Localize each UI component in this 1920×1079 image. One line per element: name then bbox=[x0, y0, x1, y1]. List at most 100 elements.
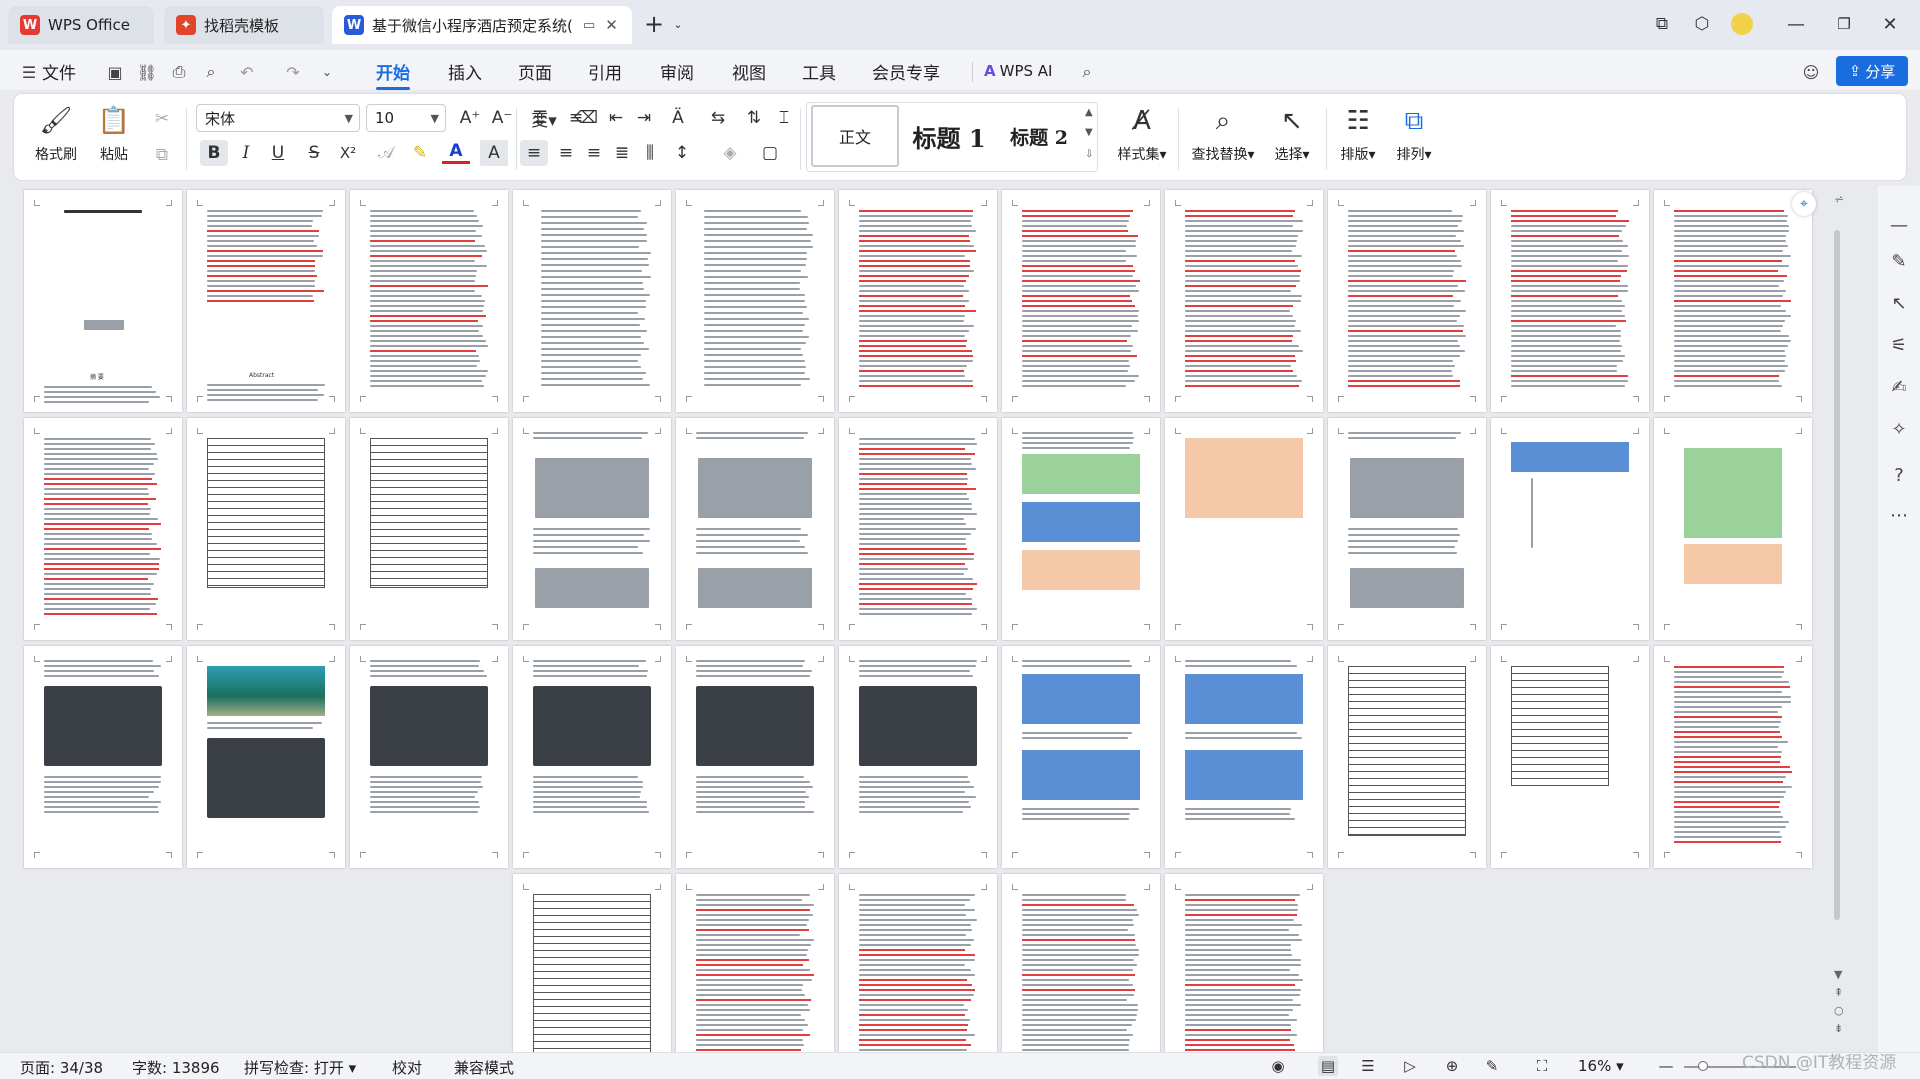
scroll-thumb[interactable] bbox=[1834, 230, 1840, 920]
bullet-list-icon[interactable]: ☰ bbox=[526, 105, 554, 131]
page-thumbnail[interactable] bbox=[350, 190, 508, 412]
save-icon[interactable]: ▣ bbox=[104, 62, 126, 82]
select-button[interactable]: ↖ 选择▾ bbox=[1264, 100, 1320, 176]
grow-font-icon[interactable]: A⁺ bbox=[456, 105, 484, 131]
page-indicator[interactable]: 页面: 34/38 bbox=[20, 1057, 103, 1078]
menu-insert[interactable]: 插入 bbox=[448, 58, 482, 84]
close-window-icon[interactable]: ✕ bbox=[1876, 10, 1904, 38]
spellcheck-toggle[interactable]: 拼写检查: 打开 ▾ bbox=[244, 1057, 356, 1078]
fit-page-icon[interactable]: ⛶ bbox=[1532, 1056, 1552, 1076]
next-page-icon[interactable]: ⇟ bbox=[1834, 1022, 1843, 1035]
page-thumbnail[interactable] bbox=[1002, 418, 1160, 640]
page-thumbnail[interactable] bbox=[513, 646, 671, 868]
hamburger-icon[interactable]: ☰ bbox=[18, 62, 40, 82]
zoom-level[interactable]: 16% ▾ bbox=[1578, 1057, 1624, 1075]
menu-member[interactable]: 会员专享 bbox=[872, 58, 940, 84]
text-direction-icon[interactable]: Ä bbox=[664, 105, 692, 131]
page-thumbnail[interactable] bbox=[676, 874, 834, 1052]
underline-button[interactable]: U bbox=[264, 140, 292, 166]
pointer-icon[interactable]: ↖ bbox=[1888, 292, 1910, 314]
sort-icon[interactable]: ⇅ bbox=[740, 105, 768, 131]
align-center-button[interactable]: ≡ bbox=[552, 140, 580, 166]
sign-icon[interactable]: ✍ bbox=[1888, 376, 1910, 398]
page-thumbnail[interactable] bbox=[839, 874, 997, 1052]
avatar[interactable] bbox=[1728, 10, 1756, 38]
numbered-list-icon[interactable]: ≡ bbox=[562, 105, 590, 131]
wps-ai-button[interactable]: A WPS AI bbox=[984, 58, 1052, 84]
menu-page[interactable]: 页面 bbox=[518, 58, 552, 84]
window-layout-icon[interactable]: ⧉ bbox=[1648, 10, 1676, 38]
scroll-options-icon[interactable]: ⩫ bbox=[1834, 192, 1844, 206]
chat-icon[interactable]: ☺ bbox=[1800, 62, 1822, 82]
increase-indent-icon[interactable]: ⇥ bbox=[630, 105, 658, 131]
word-count[interactable]: 字数: 13896 bbox=[132, 1057, 220, 1078]
minus-icon[interactable]: — bbox=[1888, 214, 1910, 236]
superscript-button[interactable]: X² bbox=[334, 140, 362, 166]
style-normal[interactable]: 正文 bbox=[811, 105, 899, 167]
more-chevron-icon[interactable]: ⌄ bbox=[316, 62, 338, 82]
zoom-out-icon[interactable]: — bbox=[1656, 1056, 1676, 1076]
adjust-icon[interactable]: ⚟ bbox=[1888, 334, 1910, 356]
play-icon[interactable]: ▷ bbox=[1400, 1056, 1420, 1076]
page-thumbnail[interactable] bbox=[1002, 874, 1160, 1052]
char-shading-button[interactable]: A bbox=[480, 140, 508, 166]
line-spacing-icon[interactable]: ↕ bbox=[668, 140, 696, 166]
page-thumbnail[interactable] bbox=[1165, 874, 1323, 1052]
menu-view[interactable]: 视图 bbox=[732, 58, 766, 84]
arrange-button[interactable]: ⧉ 排列▾ bbox=[1388, 100, 1440, 176]
align-left-button[interactable]: ≡ bbox=[520, 140, 548, 166]
page-thumbnail[interactable] bbox=[1654, 190, 1812, 412]
vertical-scrollbar[interactable] bbox=[1832, 230, 1842, 1020]
page-thumbnail[interactable] bbox=[24, 646, 182, 868]
minimize-icon[interactable]: — bbox=[1782, 10, 1810, 38]
page-thumbnail[interactable] bbox=[1491, 646, 1649, 868]
cube-icon[interactable]: ⬡ bbox=[1688, 10, 1716, 38]
page-thumbnail[interactable] bbox=[1654, 646, 1812, 868]
page-thumbnail[interactable] bbox=[1328, 646, 1486, 868]
eye-icon[interactable]: ◉ bbox=[1268, 1056, 1288, 1076]
proofread-button[interactable]: 校对 bbox=[392, 1057, 422, 1078]
page-thumbnail[interactable] bbox=[839, 190, 997, 412]
font-size-select[interactable]: 10 ▼ bbox=[366, 104, 446, 132]
page-thumbnail[interactable] bbox=[1165, 646, 1323, 868]
menu-tools[interactable]: 工具 bbox=[802, 58, 836, 84]
page-thumbnail[interactable] bbox=[676, 418, 834, 640]
link-icon[interactable]: ⛓ bbox=[136, 62, 158, 82]
tab-list-chevron-icon[interactable]: ⌄ bbox=[664, 10, 692, 38]
page-thumbnail[interactable] bbox=[676, 190, 834, 412]
location-pin-icon[interactable]: ⌖ bbox=[1792, 192, 1816, 216]
tools-icon[interactable]: ✧ bbox=[1888, 418, 1910, 440]
bold-button[interactable]: B bbox=[200, 140, 228, 166]
prev-page-icon[interactable]: ⇞ bbox=[1834, 986, 1843, 999]
restore-icon[interactable]: ❐ bbox=[1830, 10, 1858, 38]
style-heading-2[interactable]: 标题 2 bbox=[997, 105, 1081, 167]
page-thumbnail[interactable] bbox=[350, 418, 508, 640]
gallery-down-icon[interactable]: ▼ bbox=[1085, 127, 1093, 138]
menu-home[interactable]: 开始 bbox=[376, 58, 410, 84]
strikethrough-button[interactable]: S bbox=[300, 140, 328, 166]
page-thumbnail[interactable] bbox=[513, 874, 671, 1052]
page-thumbnail[interactable] bbox=[1328, 418, 1486, 640]
shading-icon[interactable]: ◈ bbox=[716, 140, 744, 166]
help-icon[interactable]: ? bbox=[1888, 464, 1910, 486]
search-icon[interactable]: ⌕ bbox=[1076, 62, 1098, 82]
shrink-font-icon[interactable]: A⁻ bbox=[488, 105, 516, 131]
typeset-button[interactable]: ☷ 排版▾ bbox=[1332, 100, 1384, 176]
document-area[interactable]: 摘 要 Abstract bbox=[0, 186, 1878, 1052]
highlight-icon[interactable]: ✎ bbox=[406, 140, 434, 166]
print-preview-icon[interactable]: ⌕ bbox=[200, 62, 222, 82]
page-thumbnail[interactable] bbox=[1491, 190, 1649, 412]
page-thumbnail[interactable] bbox=[839, 646, 997, 868]
print-icon[interactable]: ⎙ bbox=[168, 62, 190, 82]
style-set-button[interactable]: A̸ 样式集▾ bbox=[1112, 100, 1172, 176]
page-thumbnail[interactable] bbox=[1165, 190, 1323, 412]
close-tab-icon[interactable]: ✕ bbox=[605, 16, 618, 34]
page-thumbnail[interactable] bbox=[187, 646, 345, 868]
menu-file[interactable]: 文件 bbox=[42, 58, 76, 84]
style-heading-1[interactable]: 标题 1 bbox=[905, 105, 993, 167]
page-thumbnail[interactable] bbox=[1328, 190, 1486, 412]
font-color-button[interactable]: A bbox=[442, 140, 470, 164]
web-view-icon[interactable]: ⊕ bbox=[1442, 1056, 1462, 1076]
monitor-icon[interactable]: ▭ bbox=[583, 18, 595, 33]
distribute-button[interactable]: ⫼ bbox=[636, 140, 664, 166]
